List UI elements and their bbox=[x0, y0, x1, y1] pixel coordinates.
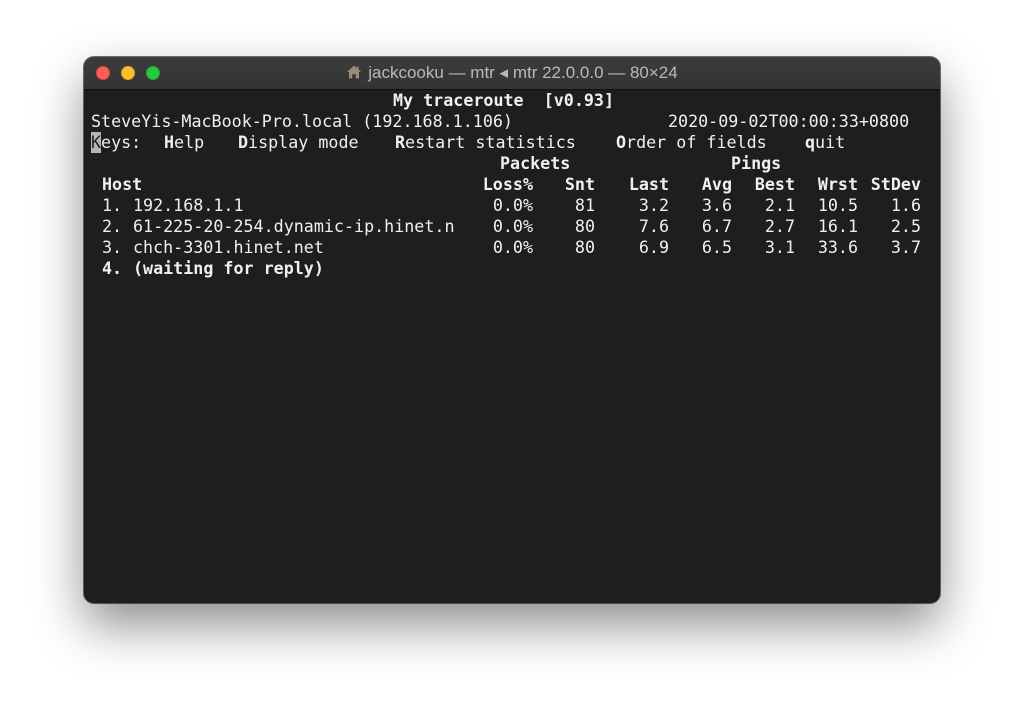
hop-stdev: 2.5 bbox=[890, 216, 921, 236]
key-order-of-fields[interactable]: Order of fields bbox=[616, 132, 767, 153]
keys-label: eys: bbox=[101, 132, 142, 152]
hop-stdev: 3.7 bbox=[890, 237, 921, 257]
hop-best: 3.1 bbox=[764, 237, 795, 257]
col-host: Host bbox=[102, 174, 143, 194]
title-bar[interactable]: jackcooku — mtr ◂ mtr 22.0.0.0 — 80×24 bbox=[84, 57, 940, 90]
col-last: Last bbox=[628, 174, 669, 194]
key-restart-statistics[interactable]: Restart statistics bbox=[395, 132, 576, 153]
hop-host: chch-3301.hinet.net bbox=[133, 237, 324, 257]
local-host-info: SteveYis-MacBook-Pro.local (192.168.1.10… bbox=[91, 111, 513, 131]
col-best: Best bbox=[754, 174, 795, 194]
hop-host: 61-225-20-254.dynamic-ip.hinet.n bbox=[133, 216, 455, 236]
col-avg: Avg bbox=[701, 174, 732, 194]
hop-wrst: 16.1 bbox=[817, 216, 858, 236]
hop-snt: 81 bbox=[574, 195, 595, 215]
mtr-header-line: My traceroute [v0.93] bbox=[91, 90, 940, 111]
table-row: 3. chch-3301.hinet.net 0.0% 80 6.9 6.5 3… bbox=[91, 237, 940, 258]
col-wrst: Wrst bbox=[817, 174, 858, 194]
hop-last: 7.6 bbox=[638, 216, 669, 236]
hop-loss: 0.0% bbox=[492, 237, 533, 257]
key-help[interactable]: Help bbox=[164, 132, 204, 153]
hop-avg: 6.7 bbox=[701, 216, 732, 236]
col-loss: Loss% bbox=[482, 174, 533, 194]
table-row: 1. 192.168.1.1 0.0% 81 3.2 3.6 2.1 10.5 … bbox=[91, 195, 940, 216]
hop-best: 2.1 bbox=[764, 195, 795, 215]
hop-loss: 0.0% bbox=[492, 195, 533, 215]
packets-group-header: Packets bbox=[500, 153, 571, 173]
timestamp: 2020-09-02T00:00:33+0800 bbox=[668, 111, 910, 131]
column-header-line: Host Loss% Snt Last Avg Best Wrst StDev bbox=[91, 174, 940, 195]
hop-snt: 80 bbox=[574, 216, 595, 236]
hop-number: 3. bbox=[102, 237, 123, 257]
table-row: 2. 61-225-20-254.dynamic-ip.hinet.n 0.0%… bbox=[91, 216, 940, 237]
hop-host: 192.168.1.1 bbox=[133, 195, 244, 215]
hop-number: 4. bbox=[102, 258, 123, 278]
hop-number: 2. bbox=[102, 216, 123, 236]
hop-loss: 0.0% bbox=[492, 216, 533, 236]
hop-wrst: 10.5 bbox=[817, 195, 858, 215]
terminal-content[interactable]: My traceroute [v0.93] SteveYis-MacBook-P… bbox=[84, 90, 940, 603]
hop-avg: 3.6 bbox=[701, 195, 732, 215]
col-snt: Snt bbox=[564, 174, 595, 194]
hop-last: 6.9 bbox=[638, 237, 669, 257]
hop-number: 1. bbox=[102, 195, 123, 215]
host-info-line: SteveYis-MacBook-Pro.local (192.168.1.10… bbox=[91, 111, 940, 132]
key-quit[interactable]: quit bbox=[805, 132, 845, 153]
hop-avg: 6.5 bbox=[701, 237, 732, 257]
hop-wrst: 33.6 bbox=[817, 237, 858, 257]
mtr-title: My traceroute [v0.93] bbox=[393, 90, 615, 110]
keys-line: Keys: Help Display mode Restart statisti… bbox=[91, 132, 940, 153]
group-header-line: Packets Pings bbox=[91, 153, 940, 174]
hop-best: 2.7 bbox=[764, 216, 795, 236]
terminal-cursor: K bbox=[91, 132, 102, 153]
terminal-window: jackcooku — mtr ◂ mtr 22.0.0.0 — 80×24 M… bbox=[84, 57, 940, 603]
hop-stdev: 1.6 bbox=[890, 195, 921, 215]
pings-group-header: Pings bbox=[731, 153, 782, 173]
window-title: jackcooku — mtr ◂ mtr 22.0.0.0 — 80×24 bbox=[368, 63, 678, 82]
window-title-container: jackcooku — mtr ◂ mtr 22.0.0.0 — 80×24 bbox=[84, 57, 940, 89]
hop-last: 3.2 bbox=[638, 195, 669, 215]
key-display-mode[interactable]: Display mode bbox=[238, 132, 359, 153]
table-row-waiting: 4. (waiting for reply) bbox=[91, 258, 940, 279]
col-stdev: StDev bbox=[870, 174, 921, 194]
home-folder-icon bbox=[346, 59, 362, 91]
waiting-for-reply: (waiting for reply) bbox=[133, 258, 324, 278]
hop-snt: 80 bbox=[574, 237, 595, 257]
